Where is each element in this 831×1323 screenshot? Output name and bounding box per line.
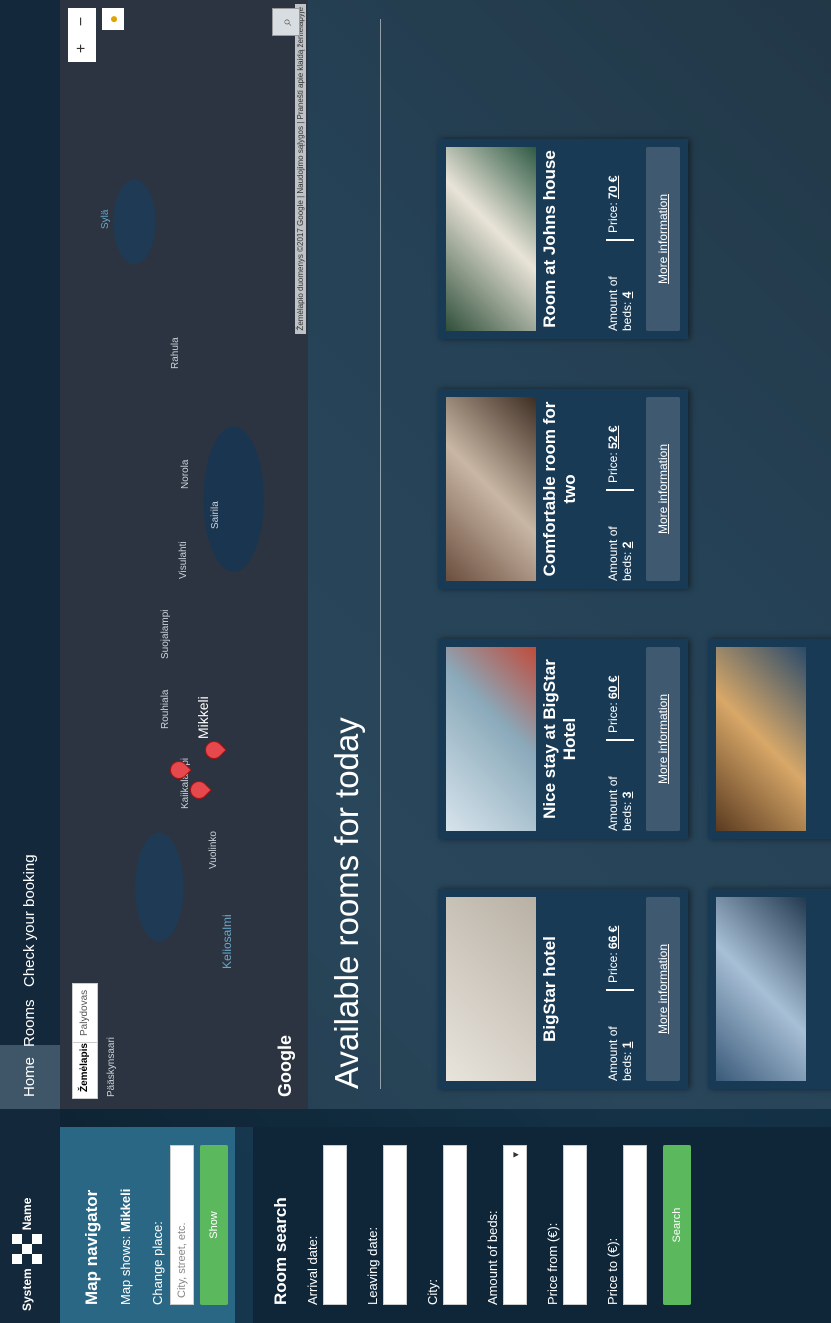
leaving-date-label: Leaving date: [365,1226,380,1305]
main-content: Available rooms for today BigStar hotel … [308,0,831,1109]
page-title: Available rooms for today [328,717,365,1089]
pegman-icon[interactable]: ● [102,8,124,30]
zoom-in-button[interactable]: + [68,35,96,62]
google-logo: Google [275,1035,295,1097]
leaving-date-input[interactable] [383,1145,407,1305]
room-price: Price: 66 € [606,925,620,983]
city-label: City: [425,1279,440,1305]
change-place-input[interactable]: City, street, etc. [170,1145,194,1305]
place-label: Sylä [100,209,111,229]
map-pin-icon[interactable] [201,737,227,763]
sidebar: Map navigator Map shows: Mikkeli Change … [60,1127,831,1323]
room-photo [446,397,536,581]
room-search-title: Room search [271,1197,290,1305]
price-to-label: Price to (€): [605,1237,620,1305]
city-input[interactable] [443,1145,467,1305]
place-label: Mikkeli [195,696,211,739]
place-label: Pääskynsaari [106,1036,117,1097]
place-label: Visulahti [178,541,189,579]
place-label: Sairila [210,501,221,529]
logo-text-right: Name [20,1197,34,1231]
room-photo [446,897,536,1081]
beds-select[interactable]: ▾ [503,1145,527,1305]
zoom-controls: + − [68,8,96,62]
price-from-input[interactable] [563,1145,587,1305]
room-meta: Amount of beds: 3 Price: 60 € [606,647,634,831]
room-beds: Amount of beds: 1 [606,989,634,1081]
place-label: Keliosalmi [220,914,234,969]
room-meta: Amount of beds: 1 Price: 66 € [606,897,634,1081]
beds-label: Amount of beds: [485,1210,500,1305]
zoom-out-button[interactable]: − [68,8,96,35]
price-to-input[interactable] [623,1145,647,1305]
room-beds: Amount of beds: 3 [606,739,634,831]
place-label: Rouhiala [160,689,171,729]
place-label: Norola [180,459,191,489]
map-search-icon[interactable]: ⌕ [272,8,300,36]
tab-check-booking[interactable]: Check your booking [0,844,60,997]
map-navigator-panel: Map navigator Map shows: Mikkeli Change … [60,1127,235,1323]
place-label: Suojalampi [160,609,171,659]
tab-rooms[interactable]: Rooms [0,989,60,1057]
map[interactable]: Žemėlapis Palydovas Pääskynsaari Kaiikal… [60,0,308,1109]
arrival-date-label: Arrival date: [305,1235,320,1305]
room-photo [446,147,536,331]
room-name: Room at Johns house [540,150,559,328]
room-card [708,889,831,1089]
top-nav: System Name Home Rooms Check your bookin… [0,0,60,1323]
room-meta: Amount of beds: 4 Price: 70 € [606,147,634,331]
logo-text-left: System [20,1268,34,1311]
room-beds: Amount of beds: 2 [606,489,634,581]
map-attribution[interactable]: Žemėlapio duomenys ©2017 Google | Naudoj… [295,4,306,334]
map-shows-value: Mikkeli [118,1188,133,1232]
place-label: Vuolinko [208,831,219,869]
room-name: BigStar hotel [540,936,559,1042]
map-shows-label: Map shows: [118,1235,133,1305]
room-card: BigStar hotel Amount of beds: 1 Price: 6… [438,889,688,1089]
more-information-button[interactable]: More information [646,397,680,581]
room-card: Room at Johns house Amount of beds: 4 Pr… [438,139,688,339]
dropdown-arrow-icon: ▾ [510,1152,522,1158]
room-photo [446,647,536,831]
room-name: Comfortable room for two [540,401,579,577]
logo-icon [12,1234,42,1265]
change-place-label: Change place: [150,1221,165,1305]
room-card: Comfortable room for two Amount of beds:… [438,389,688,589]
more-information-button[interactable]: More information [646,147,680,331]
place-label: Rahula [170,337,181,369]
map-navigator-title: Map navigator [82,1189,101,1305]
room-price: Price: 60 € [606,675,620,733]
divider [380,19,381,1089]
room-search-panel: Room search Arrival date: Leaving date: … [253,1127,831,1323]
arrival-date-input[interactable] [323,1145,347,1305]
room-beds: Amount of beds: 4 [606,239,634,331]
room-photo [716,647,806,831]
price-from-label: Price from (€): [545,1222,560,1305]
room-card: Nice stay at BigStar Hotel Amount of bed… [438,639,688,839]
map-type-map[interactable]: Žemėlapis [72,1036,98,1099]
map-type-satellite[interactable]: Palydovas [72,982,98,1043]
page: System Name Home Rooms Check your bookin… [0,0,831,1323]
map-shows-text: Map shows: Mikkeli [118,1189,133,1305]
show-button[interactable]: Show [200,1145,228,1305]
room-name: Nice stay at BigStar Hotel [540,659,579,819]
room-price: Price: 70 € [606,175,620,233]
room-card [708,639,831,839]
room-photo [716,897,806,1081]
logo[interactable]: System Name [12,1198,42,1311]
search-button[interactable]: Search [663,1145,691,1305]
room-price: Price: 52 € [606,425,620,483]
more-information-button[interactable]: More information [646,647,680,831]
more-information-button[interactable]: More information [646,897,680,1081]
room-meta: Amount of beds: 2 Price: 52 € [606,397,634,581]
